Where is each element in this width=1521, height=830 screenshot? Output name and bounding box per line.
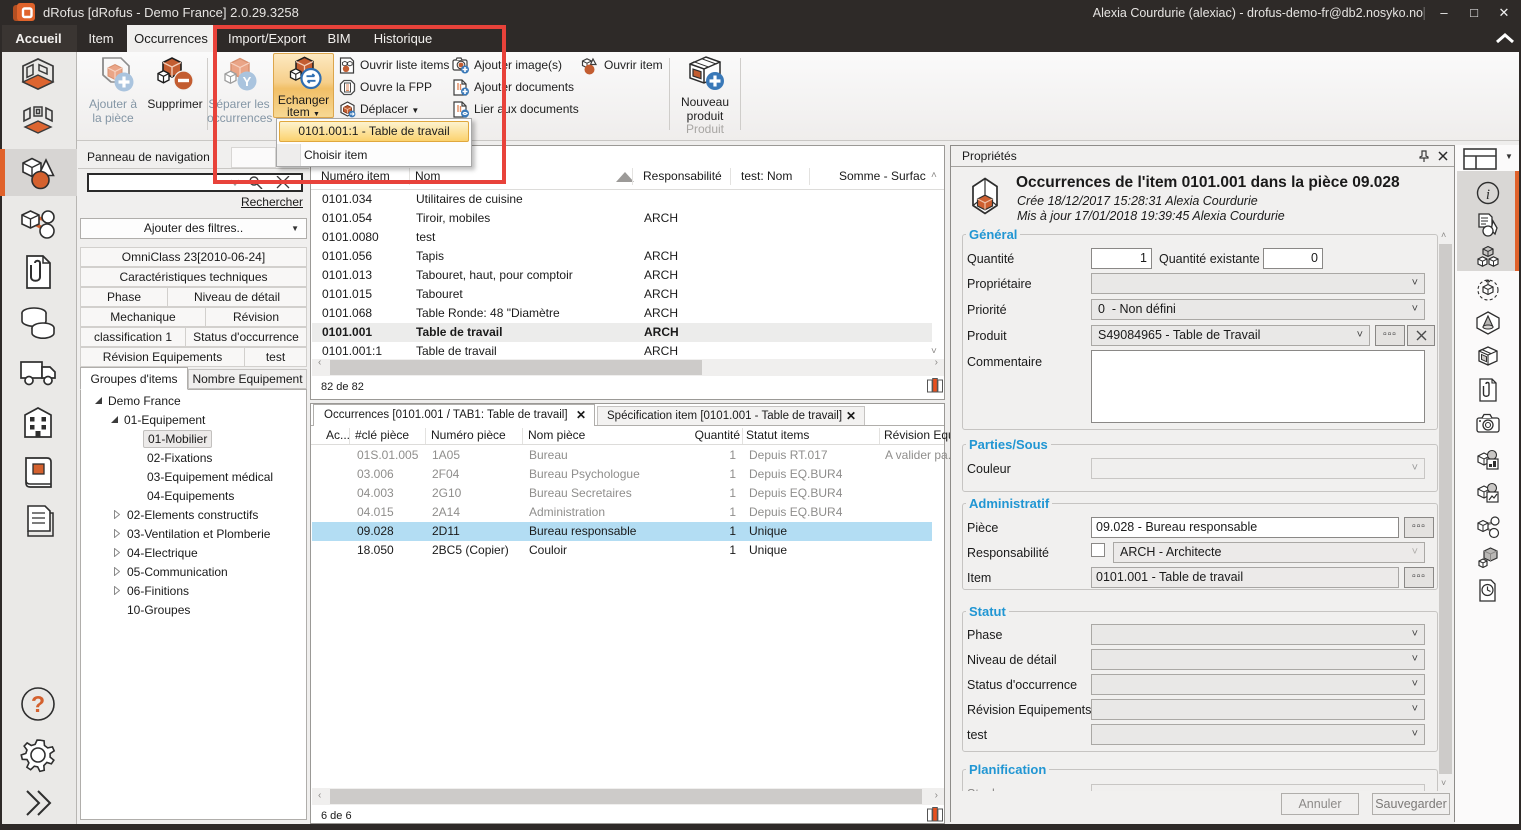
svg-text:i: i <box>1486 187 1490 203</box>
svg-text:?: ? <box>31 691 45 717</box>
